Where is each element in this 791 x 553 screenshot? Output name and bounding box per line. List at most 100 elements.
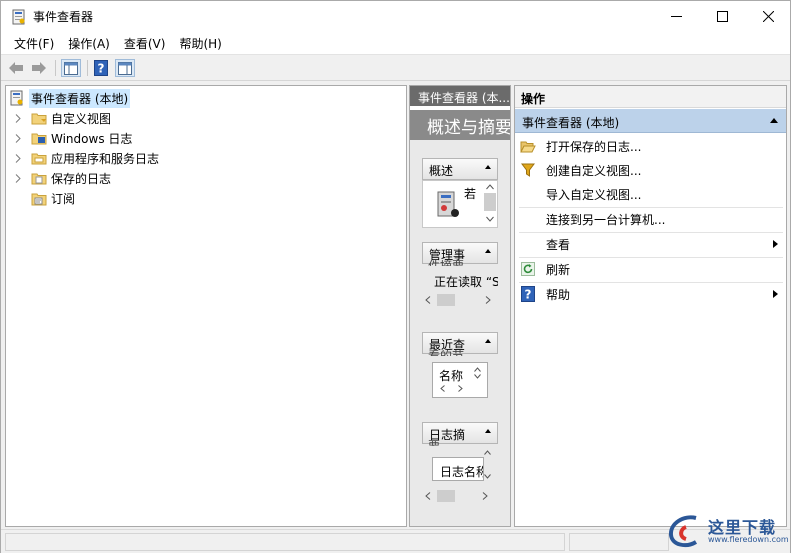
panes-area: 事件查看器 (本地) 自定义视图 Windows 日志 应用程序和服务日志 保存… bbox=[1, 81, 790, 529]
scroll-up-icon[interactable] bbox=[486, 184, 494, 190]
action-import-custom-view[interactable]: 导入自定义视图... bbox=[515, 182, 786, 206]
name-column-header[interactable]: 名称 bbox=[439, 367, 463, 384]
menu-help[interactable]: 帮助(H) bbox=[172, 32, 228, 54]
event-viewer-icon bbox=[9, 90, 25, 106]
action-refresh[interactable]: 刷新 bbox=[515, 257, 786, 281]
saved-logs-folder-icon bbox=[31, 170, 47, 186]
menu-bar: 文件(F) 操作(A) 查看(V) 帮助(H) bbox=[1, 32, 790, 54]
refresh-icon bbox=[520, 261, 536, 277]
scroll-left-icon[interactable] bbox=[425, 492, 431, 500]
svg-text:?: ? bbox=[98, 62, 105, 76]
actions-pane: 操作 事件查看器 (本地) 打开保存的日志... 创建自定义视图... 导入自定… bbox=[514, 85, 787, 527]
app-service-logs-folder-icon bbox=[31, 150, 47, 166]
tree-item-label: 保存的日志 bbox=[51, 171, 112, 186]
overview-section-header[interactable]: 概述 bbox=[422, 158, 498, 180]
tree-root-label: 事件查看器 (本地) bbox=[29, 88, 131, 108]
center-pane-header: 事件查看器 (本... bbox=[410, 86, 510, 106]
filter-icon bbox=[520, 162, 536, 178]
collapse-icon bbox=[485, 249, 491, 253]
recently-viewed-list: 名称 bbox=[432, 362, 488, 398]
log-name-column-header[interactable]: 日志名称 bbox=[440, 463, 483, 480]
tree-item-label: Windows 日志 bbox=[51, 131, 133, 146]
scroll-down-icon[interactable] bbox=[486, 216, 494, 222]
forward-arrow-icon bbox=[32, 62, 46, 74]
back-arrow-icon bbox=[9, 62, 23, 74]
chevron-right-icon[interactable] bbox=[12, 152, 24, 164]
windows-logs-folder-icon bbox=[31, 130, 47, 146]
collapse-icon bbox=[485, 339, 491, 343]
status-cell bbox=[5, 533, 565, 551]
scroll-down-icon[interactable] bbox=[484, 474, 491, 479]
tree-item-windows-logs[interactable]: Windows 日志 bbox=[12, 128, 132, 148]
help-icon: ? bbox=[94, 60, 108, 76]
action-label: 打开保存的日志... bbox=[546, 139, 642, 154]
scrollbar-thumb[interactable] bbox=[484, 193, 496, 211]
action-open-saved-log[interactable]: 打开保存的日志... bbox=[515, 134, 786, 158]
action-connect-another-computer[interactable]: 连接到另一台计算机... bbox=[515, 207, 786, 231]
action-label: 查看 bbox=[546, 237, 571, 252]
action-label: 导入自定义视图... bbox=[546, 187, 642, 202]
minimize-icon bbox=[670, 16, 682, 17]
scroll-right-icon[interactable] bbox=[485, 296, 491, 304]
forward-button[interactable] bbox=[30, 59, 48, 77]
action-label: 连接到另一台计算机... bbox=[546, 212, 666, 227]
chevron-right-icon[interactable] bbox=[12, 112, 24, 124]
action-help-submenu[interactable]: ? 帮助 bbox=[515, 282, 786, 306]
tree-root-item[interactable]: 事件查看器 (本地) bbox=[9, 88, 131, 108]
scroll-right-icon[interactable] bbox=[482, 492, 488, 500]
scrollbar-thumb[interactable] bbox=[437, 294, 455, 306]
scrollbar-thumb[interactable] bbox=[437, 490, 455, 502]
event-log-icon bbox=[437, 191, 459, 217]
actions-group-header[interactable]: 事件查看器 (本地) bbox=[515, 109, 786, 133]
back-button[interactable] bbox=[7, 59, 25, 77]
log-summary-title-continued: 要 bbox=[428, 440, 440, 446]
overview-section-body: 若 bbox=[422, 180, 498, 228]
svg-text:?: ? bbox=[525, 288, 532, 302]
submenu-arrow-icon bbox=[773, 290, 778, 298]
scroll-left-icon[interactable] bbox=[425, 296, 431, 304]
watermark-url: www.fleredown.com bbox=[708, 535, 789, 544]
toolbar-separator bbox=[87, 60, 88, 76]
scroll-down-icon[interactable] bbox=[474, 374, 481, 379]
menu-file[interactable]: 文件(F) bbox=[7, 32, 61, 54]
show-hide-action-pane-button[interactable] bbox=[115, 59, 135, 77]
show-hide-action-pane-icon bbox=[118, 61, 132, 75]
help-button[interactable]: ? bbox=[93, 59, 109, 77]
custom-views-folder-icon bbox=[31, 110, 47, 126]
close-button[interactable] bbox=[745, 1, 791, 32]
action-view-submenu[interactable]: 查看 bbox=[515, 232, 786, 256]
event-viewer-app-icon bbox=[12, 9, 25, 25]
maximize-icon bbox=[716, 11, 728, 22]
log-summary-list: 日志名称 bbox=[432, 457, 484, 481]
status-cell bbox=[569, 533, 669, 551]
center-pane: 事件查看器 (本... 概述与摘要 概述 若 管理事 正在读取 “S 最近查 名… bbox=[409, 85, 511, 527]
minimize-button[interactable] bbox=[653, 1, 699, 32]
scroll-left-icon[interactable] bbox=[440, 385, 445, 392]
action-create-custom-view[interactable]: 创建自定义视图... bbox=[515, 158, 786, 182]
scroll-up-icon[interactable] bbox=[484, 450, 491, 455]
center-pane-body: 概述 若 管理事 正在读取 “S 最近查 名称 日志摘 日志名称 bbox=[410, 140, 510, 526]
watermark-logo-icon bbox=[669, 515, 698, 548]
collapse-icon bbox=[485, 165, 491, 169]
toolbar-separator bbox=[55, 60, 56, 76]
action-label: 刷新 bbox=[546, 262, 571, 277]
actions-group-label: 事件查看器 (本地) bbox=[522, 116, 620, 130]
scroll-up-icon[interactable] bbox=[474, 367, 481, 372]
menu-action[interactable]: 操作(A) bbox=[61, 32, 117, 54]
actions-pane-header: 操作 bbox=[515, 86, 786, 108]
chevron-right-icon[interactable] bbox=[12, 172, 24, 184]
tree-item-saved-logs[interactable]: 保存的日志 bbox=[12, 168, 111, 188]
tree-item-app-service-logs[interactable]: 应用程序和服务日志 bbox=[12, 148, 159, 168]
help-icon: ? bbox=[520, 286, 536, 302]
toolbar: ? bbox=[1, 54, 790, 81]
chevron-right-icon[interactable] bbox=[12, 132, 24, 144]
scroll-right-icon[interactable] bbox=[458, 385, 463, 392]
tree-item-subscriptions[interactable]: 订阅 bbox=[31, 188, 75, 208]
show-hide-tree-button[interactable] bbox=[61, 59, 81, 77]
maximize-button[interactable] bbox=[699, 1, 745, 32]
overview-banner: 概述与摘要 bbox=[410, 110, 510, 140]
tree-item-custom-views[interactable]: 自定义视图 bbox=[12, 108, 111, 128]
tree-item-label: 订阅 bbox=[51, 191, 76, 206]
recent-section-title-continued: 看的节 bbox=[428, 350, 464, 356]
menu-view[interactable]: 查看(V) bbox=[117, 32, 173, 54]
